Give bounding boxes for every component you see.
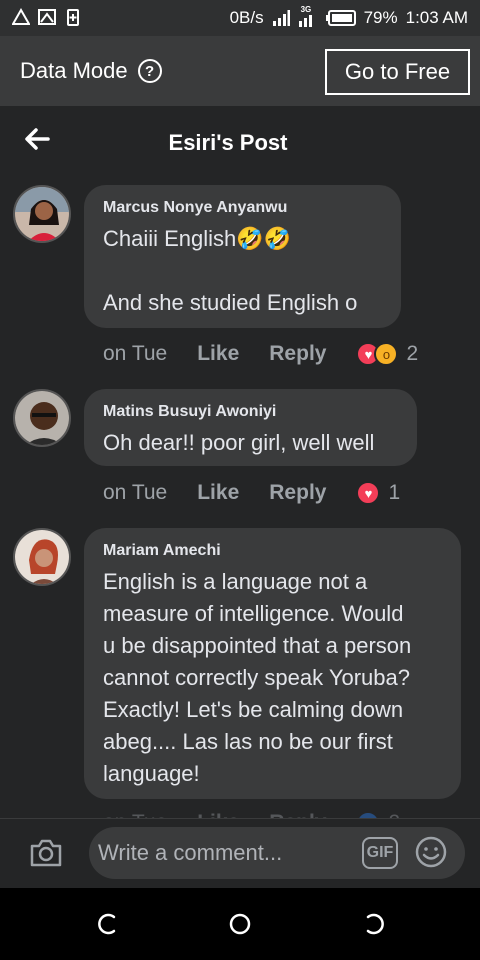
like-button[interactable]: Like	[197, 342, 239, 366]
network-type: 3G	[298, 5, 318, 27]
reaction-count: 1	[388, 481, 401, 504]
gif-icon[interactable]: GIF	[362, 837, 398, 869]
comment-text: Chaiii English🤣🤣 And she studied English…	[103, 226, 358, 315]
comment-bubble[interactable]: Matins Busuyi Awoniyi Oh dear!! poor gir…	[84, 389, 417, 466]
comment-text: English is a language not a measure of i…	[103, 569, 412, 786]
data-mode-label[interactable]: Data Mode ?	[20, 58, 162, 84]
camera-icon[interactable]	[28, 835, 64, 871]
home-icon[interactable]	[228, 912, 252, 936]
comment-input[interactable]	[89, 827, 465, 879]
post-header: Esiri's Post	[0, 106, 480, 178]
go-to-free-button[interactable]: Go to Free	[325, 49, 470, 95]
signal-2-icon	[298, 15, 312, 27]
comment-time[interactable]: on Tue	[103, 342, 167, 366]
comment-actions: on Tue Like Reply ♥ o 2	[103, 339, 418, 369]
wow-reaction-icon: o	[374, 342, 399, 366]
data-mode-text: Data Mode	[20, 58, 128, 83]
comment-author[interactable]: Marcus Nonye Anyanwu	[103, 199, 383, 217]
avatar-image	[15, 530, 69, 584]
system-nav-bar	[0, 888, 480, 960]
comment-author[interactable]: Mariam Amechi	[103, 542, 443, 560]
comment-time[interactable]: on Tue	[103, 481, 167, 505]
status-left	[12, 8, 82, 26]
battery-icon	[325, 10, 356, 26]
comment-bubble[interactable]: Marcus Nonye Anyanwu Chaiii English🤣🤣 An…	[84, 185, 401, 328]
reply-button[interactable]: Reply	[269, 481, 326, 505]
comment-bubble[interactable]: Mariam Amechi English is a language not …	[84, 528, 461, 799]
comment-text: Oh dear!! poor girl, well well	[103, 430, 375, 455]
signal-icon	[272, 10, 290, 26]
emoji-icon[interactable]	[414, 835, 448, 869]
recent-apps-icon[interactable]	[96, 912, 120, 936]
reactions[interactable]: ♥ 1	[356, 481, 400, 505]
status-right: 0B/s 3G 79% 1:03 AM	[229, 5, 468, 28]
avatar[interactable]	[13, 185, 71, 243]
like-button[interactable]: Like	[197, 481, 239, 505]
reply-button[interactable]: Reply	[269, 342, 326, 366]
love-reaction-icon: ♥	[356, 481, 381, 505]
back-nav-icon[interactable]	[362, 912, 386, 936]
reaction-count: 2	[406, 342, 419, 365]
comment-author[interactable]: Matins Busuyi Awoniyi	[103, 403, 399, 421]
image-icon	[38, 9, 56, 25]
avatar[interactable]	[13, 528, 71, 586]
status-bar: 0B/s 3G 79% 1:03 AM	[0, 0, 480, 36]
clock: 1:03 AM	[405, 8, 468, 27]
data-mode-bar: Data Mode ? Go to Free	[0, 36, 480, 106]
comment-composer: GIF	[0, 818, 480, 890]
avatar-image	[15, 187, 69, 241]
avatar[interactable]	[13, 389, 71, 447]
avatar-image	[15, 391, 69, 445]
comment-actions: on Tue Like Reply ♥ 1	[103, 478, 400, 508]
battery-percent: 79%	[363, 8, 398, 27]
help-icon[interactable]: ?	[137, 59, 162, 83]
page-title: Esiri's Post	[168, 130, 288, 155]
alert-triangle-icon	[12, 8, 30, 25]
reactions[interactable]: ♥ o 2	[356, 342, 418, 366]
network-speed: 0B/s	[229, 8, 264, 27]
battery-saver-icon	[67, 9, 79, 26]
